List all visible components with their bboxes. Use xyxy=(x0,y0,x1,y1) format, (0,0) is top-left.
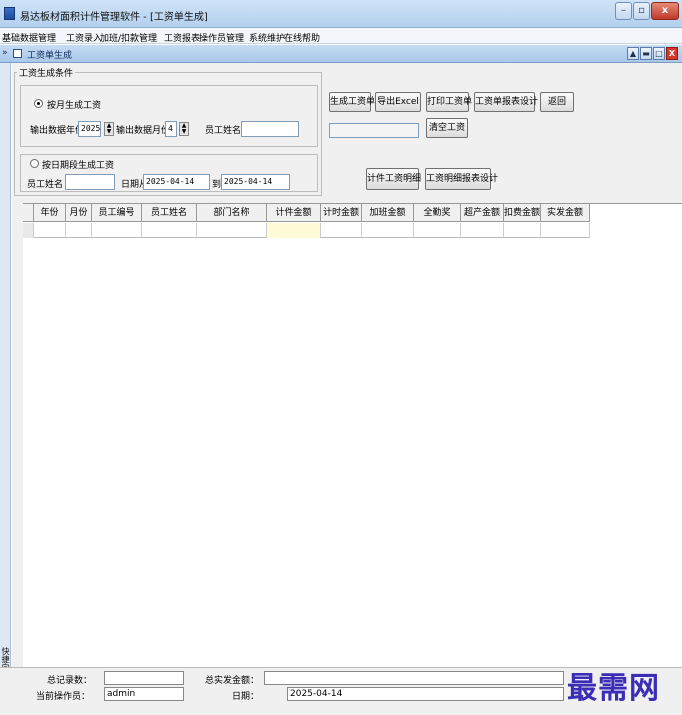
minimize-button[interactable]: – xyxy=(615,2,632,20)
col-department[interactable]: 部门名称 xyxy=(197,204,267,222)
print-wage-button[interactable]: 打印工资单 xyxy=(426,92,472,112)
clear-wage-button[interactable]: 清空工资 xyxy=(426,118,468,138)
expand-arrows-icon[interactable]: » xyxy=(2,48,8,58)
record-count-label: 总记录数： xyxy=(47,676,93,686)
date-from-input[interactable]: 2025-04-14 xyxy=(143,174,210,190)
child-window-bar: » 工资单生成 ▲ ▬ □ X xyxy=(0,45,682,63)
side-panel: 快捷向导 xyxy=(0,63,11,683)
app-icon xyxy=(4,7,15,20)
record-count-box xyxy=(104,671,184,685)
menu-help[interactable]: 在线帮助 xyxy=(284,31,320,44)
generate-wage-button[interactable]: 生成工资单 xyxy=(329,92,375,112)
total-paid-box xyxy=(264,671,564,685)
col-time-amount[interactable]: 计时金额 xyxy=(321,204,362,222)
child-minimize-button[interactable]: ▬ xyxy=(640,47,652,60)
col-attendance-bonus[interactable]: 全勤奖 xyxy=(414,204,461,222)
by-date-radio[interactable] xyxy=(30,159,39,168)
cell[interactable] xyxy=(504,223,541,238)
title-bar: 易达板材面积计件管理软件 - [工资单生成] – ▫ x xyxy=(0,0,682,28)
wage-table[interactable]: 年份 月份 员工编号 员工姓名 部门名称 计件金额 计时金额 加班金额 全勤奖 … xyxy=(23,203,682,683)
row-indicator xyxy=(23,223,34,238)
piece-detail-button[interactable]: 计件工资明细 xyxy=(366,168,421,190)
child-restore-button[interactable]: ▲ xyxy=(627,47,639,60)
month-input[interactable]: 4 xyxy=(165,121,177,137)
progress-box xyxy=(329,123,419,138)
cell[interactable] xyxy=(362,223,414,238)
month-label: 输出数据月份 xyxy=(116,126,171,136)
maximize-button[interactable]: ▫ xyxy=(633,2,650,20)
cell[interactable] xyxy=(197,223,267,238)
cell[interactable] xyxy=(321,223,362,238)
detail-report-design-button[interactable]: 工资明细报表设计 xyxy=(425,168,498,190)
menu-system[interactable]: 系统维护 xyxy=(249,31,285,44)
col-overproduction-amount[interactable]: 超产金额 xyxy=(461,204,504,222)
date-to-input[interactable]: 2025-04-14 xyxy=(221,174,290,190)
close-button[interactable]: x xyxy=(651,2,679,20)
menu-wage-entry[interactable]: 工资录入 xyxy=(66,31,102,44)
date-label: 日期： xyxy=(232,692,260,702)
date-box: 2025-04-14 xyxy=(287,687,564,701)
by-month-label: 按月生成工资 xyxy=(47,101,102,111)
child-close-button[interactable]: X xyxy=(666,47,678,60)
cell[interactable] xyxy=(92,223,142,238)
date-to-label: 到 xyxy=(212,180,222,190)
col-deduction-amount[interactable]: 扣费金额 xyxy=(504,204,541,222)
col-overtime-amount[interactable]: 加班金额 xyxy=(362,204,414,222)
by-month-group xyxy=(20,85,318,147)
cell[interactable] xyxy=(34,223,66,238)
cell[interactable] xyxy=(142,223,197,238)
cell[interactable] xyxy=(461,223,504,238)
menu-basic-data[interactable]: 基础数据管理 xyxy=(2,31,56,44)
back-button[interactable]: 返回 xyxy=(540,92,574,112)
child-maximize-button[interactable]: □ xyxy=(653,47,665,60)
col-employee-name[interactable]: 员工姓名 xyxy=(142,204,197,222)
by-date-label: 按日期段生成工资 xyxy=(42,161,115,171)
export-excel-button[interactable]: 导出Excel xyxy=(375,92,421,112)
col-employee-id[interactable]: 员工编号 xyxy=(92,204,142,222)
row-indicator-header xyxy=(23,204,34,222)
operator-box: admin xyxy=(104,687,184,701)
cell[interactable] xyxy=(541,223,590,238)
col-piece-amount[interactable]: 计件金额 xyxy=(267,204,321,222)
conditions-legend: 工资生成条件 xyxy=(19,69,74,79)
main-panel: 工资生成条件 按月生成工资 输出数据年份 2025 ▲ ▼ 输出数据月份 4 ▲ ▼… xyxy=(12,63,682,683)
child-window-icon xyxy=(13,49,22,58)
month-spinner[interactable]: ▲ ▼ xyxy=(179,122,189,136)
year-spinner[interactable]: ▲ ▼ xyxy=(104,122,114,136)
col-net-pay[interactable]: 实发金额 xyxy=(541,204,590,222)
date-name-label: 员工姓名 xyxy=(27,180,64,190)
menu-operator[interactable]: 操作员管理 xyxy=(199,31,244,44)
month-name-input[interactable] xyxy=(241,121,299,137)
col-month[interactable]: 月份 xyxy=(66,204,92,222)
col-year[interactable]: 年份 xyxy=(34,204,66,222)
by-month-radio[interactable] xyxy=(34,99,43,108)
window-title: 易达板材面积计件管理软件 - [工资单生成] xyxy=(20,12,208,23)
cell[interactable] xyxy=(66,223,92,238)
menu-wage-report[interactable]: 工资报表 xyxy=(164,31,200,44)
table-header: 年份 月份 员工编号 员工姓名 部门名称 计件金额 计时金额 加班金额 全勤奖 … xyxy=(23,204,590,222)
menu-bar: 基础数据管理 工资录入 加班/扣款管理 工资报表 操作员管理 系统维护 在线帮助 xyxy=(0,28,682,44)
child-window-title: 工资单生成 xyxy=(27,51,73,61)
year-input[interactable]: 2025 xyxy=(78,121,101,137)
table-row[interactable] xyxy=(23,223,590,238)
year-label: 输出数据年份 xyxy=(30,126,85,136)
date-name-input[interactable] xyxy=(65,174,115,190)
month-name-label: 员工姓名 xyxy=(205,126,242,136)
cell[interactable] xyxy=(414,223,461,238)
total-paid-label: 总实发金额： xyxy=(205,676,260,686)
cell-current[interactable] xyxy=(267,223,321,238)
watermark: 最需网 xyxy=(567,671,660,706)
report-design-button[interactable]: 工资单报表设计 xyxy=(474,92,538,112)
menu-overtime-deduction[interactable]: 加班/扣款管理 xyxy=(100,31,157,44)
operator-label: 当前操作员： xyxy=(36,692,91,702)
